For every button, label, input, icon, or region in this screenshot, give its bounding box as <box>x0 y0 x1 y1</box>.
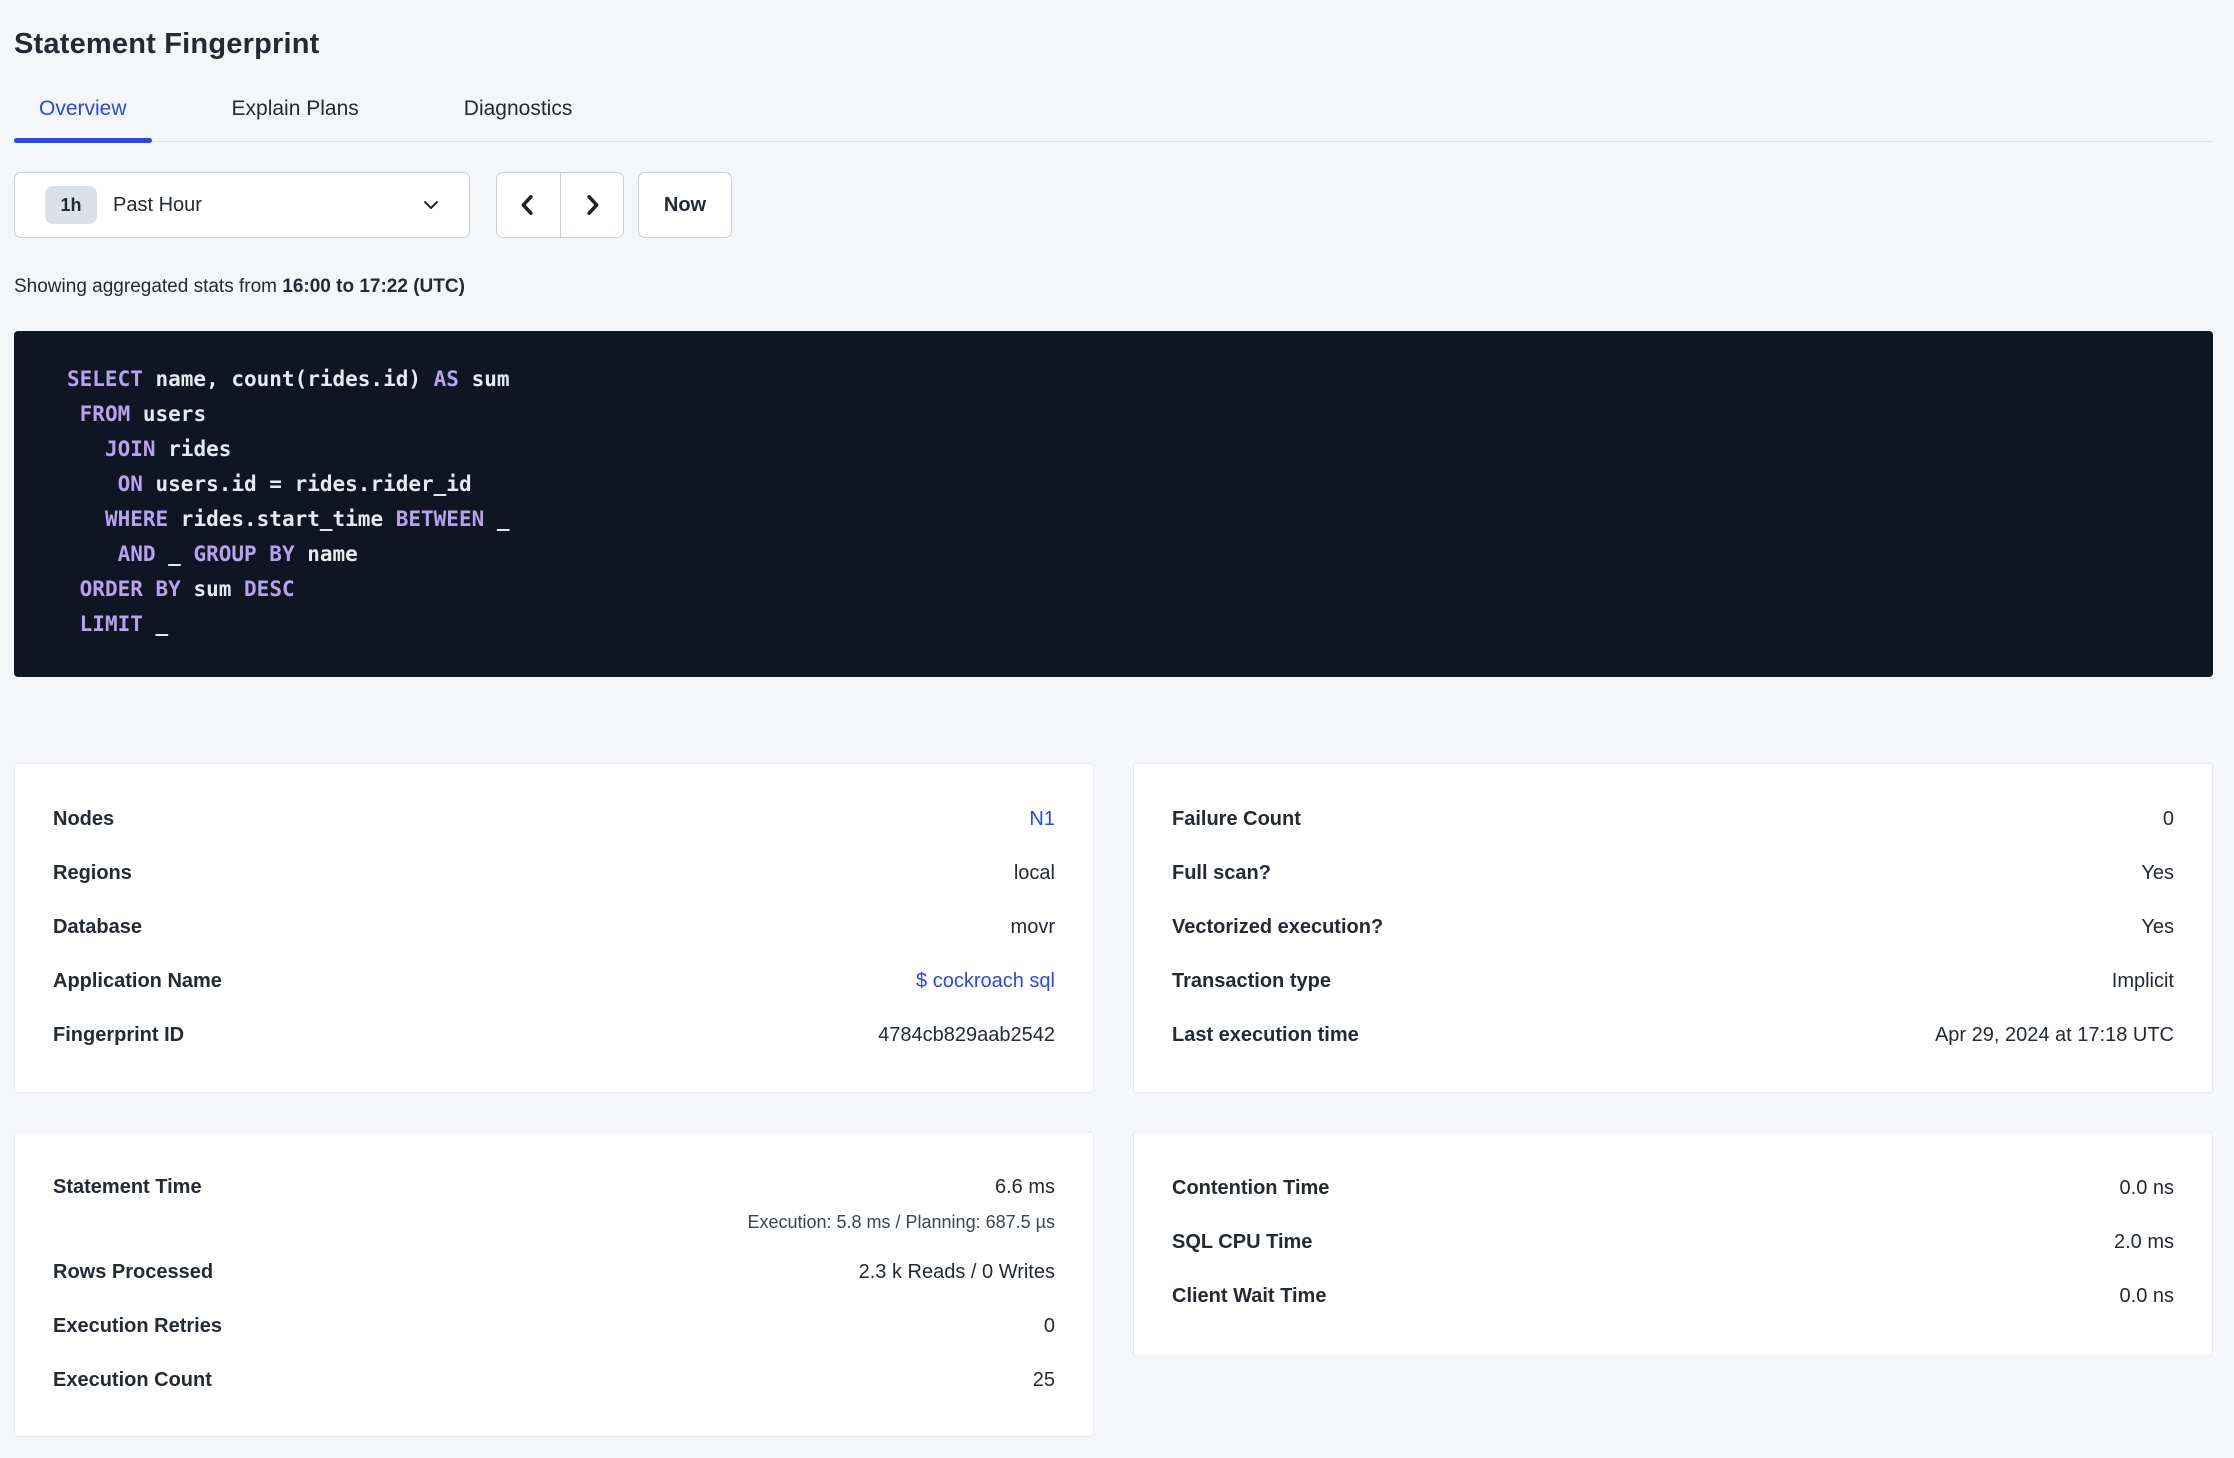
full-scan-value: Yes <box>2141 861 2174 884</box>
row-label-transaction-type: Transaction type <box>1172 969 1331 992</box>
tab-bar: Overview Explain Plans Diagnostics <box>14 97 2213 143</box>
prev-time-button[interactable] <box>497 173 560 237</box>
now-button[interactable]: Now <box>638 172 732 238</box>
statement-time-breakdown: Execution: 5.8 ms / Planning: 687.5 µs <box>747 1212 1055 1232</box>
tab-overview-label: Overview <box>39 97 127 120</box>
stats-line-prefix: Showing aggregated stats from <box>14 276 283 297</box>
next-time-button[interactable] <box>559 173 623 237</box>
table-row: Fingerprint ID 4784cb829aab2542 <box>53 1008 1055 1062</box>
table-row: Client Wait Time 0.0 ns <box>1172 1269 2174 1323</box>
row-label-rows-processed: Rows Processed <box>53 1260 214 1283</box>
table-row: Last execution time Apr 29, 2024 at 17:1… <box>1172 1008 2174 1062</box>
row-label-fingerprint-id: Fingerprint ID <box>53 1023 185 1046</box>
row-label-nodes: Nodes <box>53 807 115 830</box>
regions-value: local <box>1013 861 1055 884</box>
table-row: Execution Count 25 <box>53 1353 1055 1407</box>
statement-time-value: 6.6 ms <box>994 1176 1055 1198</box>
row-label-execution-retries: Execution Retries <box>53 1314 222 1337</box>
chevron-right-icon <box>587 195 599 215</box>
tab-overview[interactable]: Overview <box>14 97 152 143</box>
sql-cpu-time-value: 2.0 ms <box>2113 1230 2174 1253</box>
vectorized-execution-value: Yes <box>2141 915 2174 938</box>
time-picker-row: 1h Past Hour Now <box>14 172 2213 238</box>
last-execution-time-value: Apr 29, 2024 at 17:18 UTC <box>1934 1023 2174 1046</box>
execution-count-value: 25 <box>1032 1368 1055 1391</box>
tab-diagnostics-label: Diagnostics <box>463 97 573 120</box>
client-wait-time-value: 0.0 ns <box>2119 1284 2174 1307</box>
execution-retries-value: 0 <box>1043 1314 1055 1337</box>
tab-explain-plans[interactable]: Explain Plans <box>207 97 384 141</box>
statement-fingerprint-page: Statement Fingerprint Overview Explain P… <box>0 0 2234 1437</box>
row-label-client-wait-time: Client Wait Time <box>1172 1284 1327 1307</box>
time-range-dropdown[interactable]: 1h Past Hour <box>14 172 470 238</box>
chevron-left-icon <box>521 195 533 215</box>
time-nav-buttons <box>496 172 624 238</box>
sql-code: SELECT name, count(rides.id) AS sum FROM… <box>67 367 510 636</box>
row-label-regions: Regions <box>53 861 132 884</box>
stats-line-range: 16:00 to 17:22 (UTC) <box>282 276 465 297</box>
wait-times-card: Contention Time 0.0 ns SQL CPU Time 2.0 … <box>1133 1132 2213 1356</box>
sql-statement-box: SELECT name, count(rides.id) AS sum FROM… <box>14 331 2213 677</box>
rows-processed-value: 2.3 k Reads / 0 Writes <box>858 1260 1055 1283</box>
table-row: Failure Count 0 <box>1172 792 2174 846</box>
table-row: Rows Processed 2.3 k Reads / 0 Writes <box>53 1245 1055 1299</box>
row-label-sql-cpu-time: SQL CPU Time <box>1172 1230 1313 1253</box>
table-row: Nodes N1 <box>53 792 1055 846</box>
table-row: Database movr <box>53 900 1055 954</box>
nodes-link[interactable]: N1 <box>1029 808 1055 831</box>
row-label-full-scan: Full scan? <box>1172 861 1271 884</box>
fingerprint-id-value: 4784cb829aab2542 <box>878 1023 1055 1046</box>
tab-diagnostics[interactable]: Diagnostics <box>439 97 598 141</box>
time-range-badge: 1h <box>45 186 97 224</box>
database-value: movr <box>1010 915 1055 938</box>
row-label-last-execution-time: Last execution time <box>1172 1023 1359 1046</box>
summary-cards: Nodes N1 Regions local Database movr App… <box>14 763 2213 1437</box>
row-label-execution-count: Execution Count <box>53 1368 212 1391</box>
table-row: SQL CPU Time 2.0 ms <box>1172 1215 2174 1269</box>
transaction-type-value: Implicit <box>2111 969 2174 992</box>
failure-count-value: 0 <box>2162 807 2174 830</box>
row-label-failure-count: Failure Count <box>1172 807 1301 830</box>
table-row: Contention Time 0.0 ns <box>1172 1161 2174 1215</box>
table-row: Execution Retries 0 <box>53 1299 1055 1353</box>
row-label-contention-time: Contention Time <box>1172 1176 1330 1199</box>
row-label-database: Database <box>53 915 142 938</box>
aggregated-stats-line: Showing aggregated stats from 16:00 to 1… <box>14 276 2213 298</box>
table-row: Vectorized execution? Yes <box>1172 900 2174 954</box>
statement-timing-card: Statement Time 6.6 ms Execution: 5.8 ms … <box>14 1132 1094 1437</box>
contention-time-value: 0.0 ns <box>2119 1176 2174 1199</box>
table-row: Transaction type Implicit <box>1172 954 2174 1008</box>
statement-time-values: 6.6 ms Execution: 5.8 ms / Planning: 687… <box>747 1165 1055 1235</box>
table-row: Regions local <box>53 846 1055 900</box>
row-label-application-name: Application Name <box>53 969 222 992</box>
chevron-down-icon <box>424 201 438 209</box>
page-title: Statement Fingerprint <box>14 28 320 60</box>
time-range-label: Past Hour <box>113 193 202 216</box>
application-name-link[interactable]: $ cockroach sql <box>916 970 1055 993</box>
table-row: Application Name $ cockroach sql <box>53 954 1055 1008</box>
table-row: Full scan? Yes <box>1172 846 2174 900</box>
statement-details-card: Nodes N1 Regions local Database movr App… <box>14 763 1094 1093</box>
tab-explain-plans-label: Explain Plans <box>231 97 359 120</box>
active-tab-underline <box>14 138 152 143</box>
row-label-vectorized-execution: Vectorized execution? <box>1172 915 1384 938</box>
table-row: Statement Time 6.6 ms Execution: 5.8 ms … <box>53 1165 1055 1235</box>
execution-attributes-card: Failure Count 0 Full scan? Yes Vectorize… <box>1133 763 2213 1093</box>
row-label-statement-time: Statement Time <box>53 1176 202 1198</box>
